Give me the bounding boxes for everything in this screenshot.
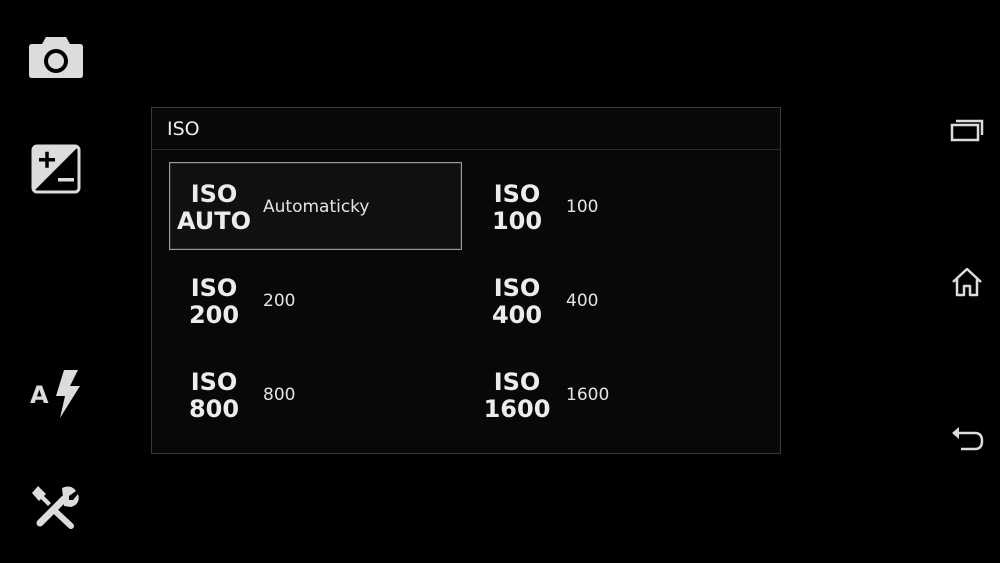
iso-auto-icon: ISO AUTO <box>176 180 252 235</box>
iso-option-label: 1600 <box>566 385 610 405</box>
iso-800-icon: ISO 800 <box>188 368 240 423</box>
recent-apps-icon <box>950 119 984 142</box>
iso-option-100[interactable]: ISO 100 100 <box>472 162 765 250</box>
back-button[interactable] <box>940 412 994 466</box>
camera-mode-button[interactable] <box>24 25 88 89</box>
recent-apps-button[interactable] <box>940 103 994 157</box>
iso-option-auto[interactable]: ISO AUTO Automaticky <box>169 162 462 250</box>
iso-option-200[interactable]: ISO 200 200 <box>169 256 462 344</box>
back-icon <box>952 427 984 451</box>
home-icon <box>952 267 982 297</box>
iso-option-label: 200 <box>263 291 296 311</box>
auto-flash-icon: A <box>30 370 80 418</box>
exposure-compensation-icon <box>31 144 81 194</box>
iso-option-label: 400 <box>566 291 599 311</box>
iso-option-label: 100 <box>566 197 599 217</box>
home-button[interactable] <box>940 255 994 309</box>
flash-mode-button[interactable]: A <box>24 362 88 426</box>
settings-button[interactable] <box>24 475 88 539</box>
iso-option-400[interactable]: ISO 400 400 <box>472 256 765 344</box>
iso-option-label: Automaticky <box>263 197 370 217</box>
iso-option-label: 800 <box>263 385 296 405</box>
iso-1600-icon: ISO 1600 <box>483 368 551 423</box>
iso-option-800[interactable]: ISO 800 800 <box>169 350 462 438</box>
exposure-compensation-button[interactable] <box>24 137 88 201</box>
iso-100-icon: ISO 100 <box>491 180 543 235</box>
iso-400-icon: ISO 400 <box>491 274 543 329</box>
iso-option-1600[interactable]: ISO 1600 1600 <box>472 350 765 438</box>
iso-200-icon: ISO 200 <box>188 274 240 329</box>
dialog-divider <box>152 149 780 150</box>
camera-icon <box>29 37 83 78</box>
flash-auto-badge: A <box>30 381 49 409</box>
iso-dialog: ISO ISO AUTO Automaticky ISO 100 100 ISO… <box>151 107 781 454</box>
settings-tools-icon <box>32 486 79 529</box>
dialog-title: ISO <box>167 118 200 140</box>
